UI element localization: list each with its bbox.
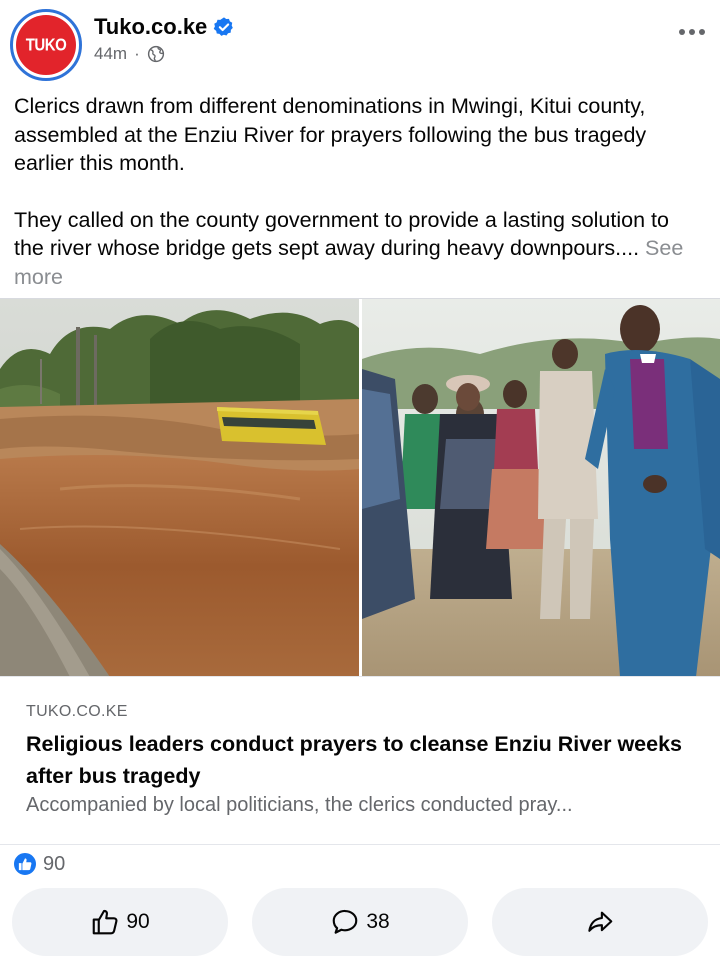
comment-button[interactable]: 38 <box>252 888 468 956</box>
comment-count: 38 <box>366 910 390 933</box>
meta-separator: · <box>134 44 140 63</box>
more-options-icon <box>679 29 705 35</box>
avatar-logo-text: TUKO <box>25 35 67 55</box>
thumbs-up-glyph <box>18 858 32 871</box>
link-title[interactable]: Religious leaders conduct prayers to cle… <box>26 728 686 792</box>
post-image[interactable] <box>0 298 720 676</box>
like-button[interactable]: 90 <box>12 888 228 956</box>
post-paragraph: Clerics drawn from different denominatio… <box>14 94 647 175</box>
reaction-summary[interactable]: 90 <box>12 850 65 878</box>
share-button[interactable] <box>492 888 708 956</box>
post-time[interactable]: 44m <box>94 44 127 64</box>
link-preview[interactable]: TUKO.CO.KE Religious leaders conduct pra… <box>0 676 720 844</box>
post-meta: 44m · <box>94 44 165 64</box>
thumbs-up-icon <box>93 909 118 935</box>
page-name[interactable]: Tuko.co.ke <box>94 14 207 40</box>
river-photo <box>0 299 360 676</box>
post-paragraph-text: They called on the county government to … <box>14 207 669 261</box>
like-reaction-icon <box>12 851 38 877</box>
page-name-row: Tuko.co.ke <box>94 14 235 40</box>
globe-icon <box>147 45 164 63</box>
action-bar: 90 38 <box>0 888 720 956</box>
comment-bubble-icon <box>333 909 358 934</box>
bus-shape <box>217 407 326 445</box>
link-description: Accompanied by local politicians, the cl… <box>26 794 573 816</box>
share-arrow-icon <box>588 911 613 932</box>
like-count: 90 <box>126 910 150 933</box>
clerics-photo <box>362 299 720 676</box>
page-avatar[interactable]: TUKO <box>10 9 82 81</box>
post-paragraph: They called on the county government to … <box>14 206 704 292</box>
post-body: Clerics drawn from different denominatio… <box>14 92 704 291</box>
divider <box>0 844 720 845</box>
reaction-count: 90 <box>43 852 66 875</box>
more-options-button[interactable] <box>676 16 708 48</box>
tuko-logo: TUKO <box>16 15 76 75</box>
link-domain: TUKO.CO.KE <box>26 703 128 720</box>
verified-badge-icon <box>214 17 234 36</box>
post-photo-collage <box>0 299 720 676</box>
post-header: TUKO Tuko.co.ke 44m · <box>0 0 720 88</box>
